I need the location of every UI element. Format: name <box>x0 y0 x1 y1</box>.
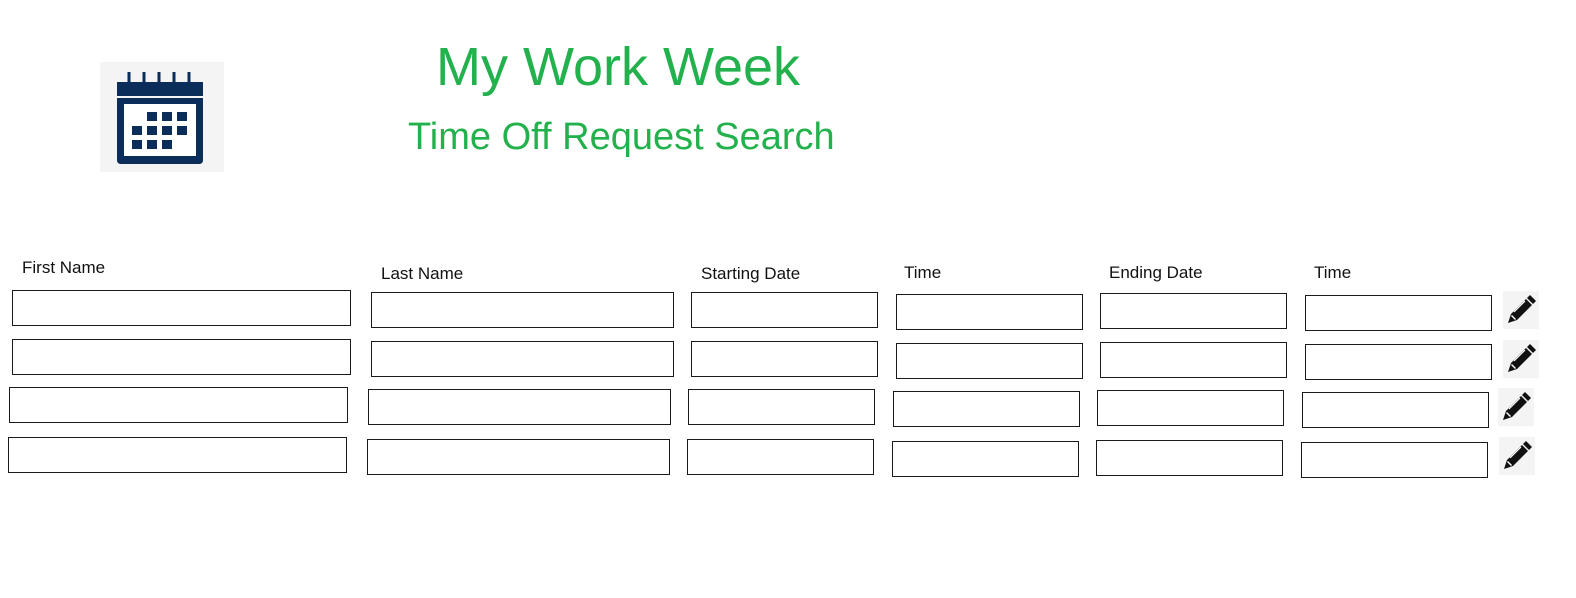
start-time-field[interactable] <box>896 343 1083 379</box>
last-name-field[interactable] <box>368 389 671 425</box>
starting-date-field[interactable] <box>688 389 875 425</box>
end-time-field[interactable] <box>1305 344 1492 380</box>
edit-button[interactable] <box>1503 340 1539 378</box>
first-name-field[interactable] <box>12 290 351 326</box>
end-time-field[interactable] <box>1302 392 1489 428</box>
column-header-starting-date: Starting Date <box>701 264 801 283</box>
column-header-first-name: First Name <box>22 258 106 277</box>
last-name-field[interactable] <box>371 341 674 377</box>
edit-button[interactable] <box>1499 437 1535 475</box>
pencil-icon <box>1503 392 1531 420</box>
first-name-field[interactable] <box>8 437 347 473</box>
ending-date-field[interactable] <box>1100 342 1287 378</box>
starting-date-field[interactable] <box>691 341 878 377</box>
last-name-field[interactable] <box>367 439 670 475</box>
ending-date-field[interactable] <box>1096 440 1283 476</box>
pencil-icon <box>1508 295 1536 323</box>
calendar-logo <box>100 62 224 172</box>
page-title: Time Off Request Search <box>408 116 835 158</box>
last-name-field[interactable] <box>371 292 674 328</box>
starting-date-field[interactable] <box>691 292 878 328</box>
edit-button[interactable] <box>1498 388 1534 426</box>
start-time-field[interactable] <box>892 441 1079 477</box>
start-time-field[interactable] <box>896 294 1083 330</box>
calendar-icon <box>117 72 203 164</box>
column-header-end-time: Time <box>1314 263 1352 282</box>
end-time-field[interactable] <box>1301 442 1488 478</box>
start-time-field[interactable] <box>893 391 1080 427</box>
pencil-icon <box>1508 344 1536 372</box>
end-time-field[interactable] <box>1305 295 1492 331</box>
ending-date-field[interactable] <box>1100 293 1287 329</box>
app-title: My Work Week <box>436 37 801 97</box>
first-name-field[interactable] <box>9 387 348 423</box>
column-header-start-time: Time <box>904 263 942 282</box>
ending-date-field[interactable] <box>1097 390 1284 426</box>
column-header-last-name: Last Name <box>381 264 464 283</box>
edit-button[interactable] <box>1503 291 1539 329</box>
pencil-icon <box>1504 441 1532 469</box>
first-name-field[interactable] <box>12 339 351 375</box>
column-header-ending-date: Ending Date <box>1109 263 1203 282</box>
starting-date-field[interactable] <box>687 439 874 475</box>
